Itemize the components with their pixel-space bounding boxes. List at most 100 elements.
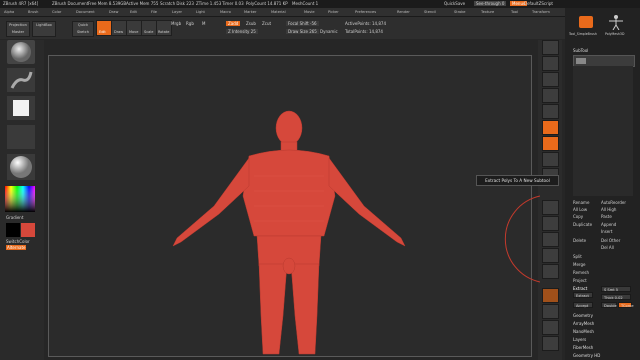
z-intensity-slider[interactable]: Z Intensity 25	[226, 29, 258, 34]
fibermesh-section[interactable]: FiberMesh	[573, 345, 593, 350]
menu-item-document[interactable]: Document	[76, 10, 95, 14]
line-fill-button[interactable]	[542, 264, 559, 279]
menu-item-layer[interactable]: Layer	[172, 10, 182, 14]
menu-item-draw[interactable]: Draw	[109, 10, 118, 14]
del-other-button[interactable]: Del Other	[601, 238, 620, 243]
persp-button[interactable]	[542, 120, 559, 135]
m-toggle[interactable]: M	[202, 21, 205, 26]
split-section[interactable]: Split	[573, 254, 582, 259]
del-all-button[interactable]: Del All	[601, 245, 614, 250]
layers-section[interactable]: Layers	[573, 337, 586, 342]
alpha-thumbnail[interactable]	[7, 96, 35, 120]
dynamic-toggle[interactable]: Dynamic	[320, 29, 338, 34]
thick-slider[interactable]: Thick 0.02	[601, 294, 631, 300]
menu-item-color[interactable]: Color	[52, 10, 61, 14]
draw-size-slider[interactable]: Draw Size 265	[286, 29, 319, 34]
spix-button[interactable]	[542, 56, 559, 71]
autoreorder-button[interactable]: AutoReorder	[601, 200, 626, 205]
polymesh-thumbnail[interactable]	[605, 14, 627, 31]
brush-thumbnail[interactable]	[7, 40, 35, 64]
scale-button[interactable]: Scale	[141, 20, 157, 36]
stroke-thumbnail[interactable]	[7, 68, 35, 92]
copy-button[interactable]: Copy	[573, 214, 583, 219]
edit-button[interactable]: Edit	[96, 20, 112, 36]
s-smt-slider[interactable]: S Smt 5	[601, 286, 631, 292]
all-high-button[interactable]: All High	[601, 207, 616, 212]
project-section[interactable]: Project	[573, 278, 587, 283]
scroll-button[interactable]	[542, 72, 559, 87]
polyf-button[interactable]	[542, 288, 559, 303]
focal-shift-slider[interactable]: Focal Shift -56	[286, 21, 319, 26]
delete-button[interactable]: Delete	[573, 238, 586, 243]
lightbox-button[interactable]: LightBox	[32, 21, 56, 37]
zcut-toggle[interactable]: Zcut	[262, 21, 271, 26]
default-zscript[interactable]: DefaultZScript	[524, 1, 553, 6]
extract-button[interactable]: Extract	[573, 292, 593, 298]
main-color-swatch[interactable]	[6, 223, 20, 237]
menu-item-material[interactable]: Material	[271, 10, 286, 14]
quick-sketch-button[interactable]: Quick Sketch	[72, 21, 94, 37]
rgb-toggle[interactable]: Rgb	[186, 21, 194, 26]
geometry-section[interactable]: Geometry	[573, 313, 593, 318]
subtool-list[interactable]	[573, 66, 633, 196]
quicksave-button[interactable]: QuickSave	[444, 1, 465, 6]
mrgb-toggle[interactable]: Mrgb	[171, 21, 181, 26]
solo-button[interactable]	[542, 336, 559, 351]
menu-item-picker[interactable]: Picker	[328, 10, 339, 14]
tcorne-button[interactable]: TCorne	[618, 302, 634, 308]
extract-section[interactable]: Extract	[573, 286, 587, 291]
menu-item-tool[interactable]: Tool	[511, 10, 518, 14]
actual-button[interactable]	[542, 104, 559, 119]
zsub-toggle[interactable]: Zsub	[246, 21, 256, 26]
local-button[interactable]	[542, 152, 559, 167]
arraymesh-section[interactable]: ArrayMesh	[573, 321, 594, 326]
move-view-button[interactable]	[542, 216, 559, 231]
menu-item-movie[interactable]: Movie	[304, 10, 315, 14]
gradient-toggle[interactable]: Gradient	[6, 215, 23, 220]
menu-item-preferences[interactable]: Preferences	[355, 10, 376, 14]
floor-button[interactable]	[542, 136, 559, 151]
menu-item-stroke[interactable]: Stroke	[454, 10, 465, 14]
texture-thumbnail[interactable]	[7, 125, 35, 149]
menu-item-edit[interactable]: Edit	[130, 10, 137, 14]
color-picker[interactable]	[5, 186, 35, 212]
insert-button[interactable]: Insert	[601, 229, 612, 234]
menu-item-render[interactable]: Render	[397, 10, 410, 14]
subtool-header[interactable]: SubTool	[573, 48, 588, 53]
alternate-button[interactable]: Alternate	[6, 245, 27, 250]
menu-item-alpha[interactable]: Alpha	[4, 10, 14, 14]
menu-item-texture[interactable]: Texture	[481, 10, 494, 14]
menu-item-macro[interactable]: Macro	[220, 10, 231, 14]
menu-item-light[interactable]: Light	[196, 10, 205, 14]
see-through-slider[interactable]: See-through 0	[474, 1, 507, 6]
remesh-section[interactable]: Remesh	[573, 270, 589, 275]
frame-button[interactable]	[542, 200, 559, 215]
menu-item-marker[interactable]: Marker	[244, 10, 256, 14]
all-low-button[interactable]: All Low	[573, 207, 587, 212]
switch-color-button[interactable]: SwitchColor	[6, 239, 30, 244]
rotate-view-button[interactable]	[542, 248, 559, 263]
paste-button[interactable]: Paste	[601, 214, 612, 219]
geometry-hd-section[interactable]: Geometry HD	[573, 353, 600, 358]
zoom-button[interactable]	[542, 88, 559, 103]
canvas-viewport[interactable]	[48, 55, 532, 357]
material-thumbnail[interactable]	[7, 154, 35, 180]
menu-item-stencil[interactable]: Stencil	[424, 10, 436, 14]
nanomesh-section[interactable]: NanoMesh	[573, 329, 594, 334]
current-tool-icon[interactable]	[579, 16, 593, 28]
menu-item-file[interactable]: File	[151, 10, 157, 14]
draw-button[interactable]: Draw	[111, 20, 127, 36]
move-button[interactable]: Move	[126, 20, 142, 36]
projection-master-button[interactable]: Projection Master	[6, 21, 30, 37]
bpr-button[interactable]	[542, 40, 559, 55]
transp-button[interactable]	[542, 304, 559, 319]
duplicate-button[interactable]: Duplicate	[573, 222, 592, 227]
accept-button[interactable]: Accept	[573, 302, 593, 308]
menu-item-transform[interactable]: Transform	[532, 10, 550, 14]
append-button[interactable]: Append	[601, 222, 616, 227]
ghost-button[interactable]	[542, 320, 559, 335]
double-button[interactable]: Double	[601, 302, 617, 308]
zadd-toggle[interactable]: Zadd	[226, 21, 241, 26]
merge-section[interactable]: Merge	[573, 262, 586, 267]
secondary-color-swatch[interactable]	[21, 223, 35, 237]
